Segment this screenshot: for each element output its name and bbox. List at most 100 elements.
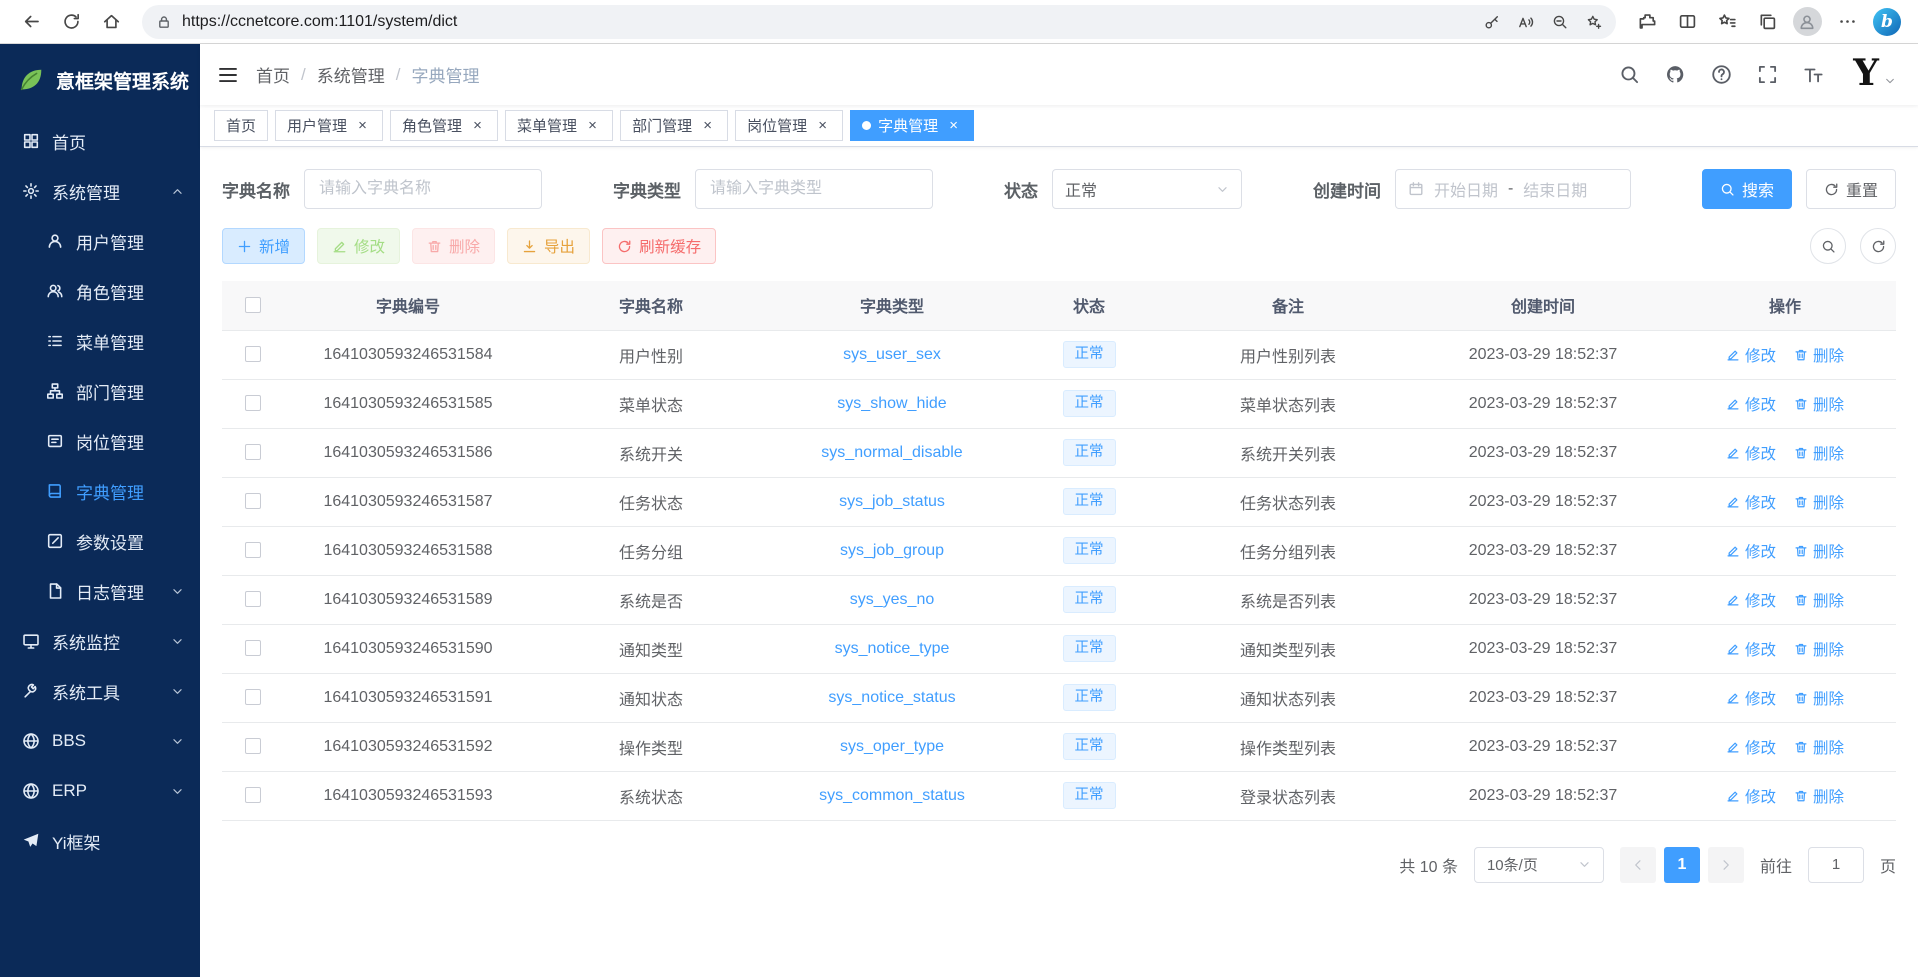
status-select[interactable]: 正常 xyxy=(1052,169,1242,209)
dict-type-link[interactable]: sys_normal_disable xyxy=(821,444,962,461)
address-bar[interactable]: https://ccnetcore.com:1101/system/dict xyxy=(142,5,1616,39)
row-edit-button[interactable]: 修改 xyxy=(1726,344,1776,366)
tab-post[interactable]: 岗位管理× xyxy=(735,110,843,141)
row-checkbox[interactable] xyxy=(245,444,261,460)
help-icon[interactable] xyxy=(1701,54,1741,96)
dict-type-link[interactable]: sys_notice_type xyxy=(835,640,950,657)
row-delete-button[interactable]: 删除 xyxy=(1794,393,1844,415)
sidebar-item-yiframe[interactable]: Yi框架 xyxy=(0,816,200,866)
zoom-out-icon[interactable] xyxy=(1544,7,1576,37)
app-logo[interactable]: 意框架管理系统 xyxy=(0,44,200,116)
row-delete-button[interactable]: 删除 xyxy=(1794,638,1844,660)
sidebar-item-tool[interactable]: 系统工具 xyxy=(0,666,200,716)
row-delete-button[interactable]: 删除 xyxy=(1794,344,1844,366)
row-delete-button[interactable]: 删除 xyxy=(1794,687,1844,709)
browser-home-button[interactable] xyxy=(92,4,130,40)
dict-type-link[interactable]: sys_job_group xyxy=(840,542,944,559)
page-size-select[interactable]: 10条/页 xyxy=(1474,847,1604,883)
favorites-icon[interactable] xyxy=(1708,4,1746,40)
user-avatar-menu[interactable]: Y xyxy=(1853,57,1896,92)
breadcrumb-item[interactable]: 系统管理 xyxy=(317,62,385,87)
select-all-checkbox[interactable] xyxy=(245,297,261,313)
sidebar-item-menu[interactable]: 菜单管理 xyxy=(0,316,200,366)
refresh-cache-button[interactable]: 刷新缓存 xyxy=(602,228,716,264)
row-checkbox[interactable] xyxy=(245,493,261,509)
row-checkbox[interactable] xyxy=(245,346,261,362)
row-checkbox[interactable] xyxy=(245,738,261,754)
row-delete-button[interactable]: 删除 xyxy=(1794,442,1844,464)
row-edit-button[interactable]: 修改 xyxy=(1726,442,1776,464)
close-tab-icon[interactable]: × xyxy=(945,117,962,134)
collections-icon[interactable] xyxy=(1748,4,1786,40)
sidebar-item-config[interactable]: 参数设置 xyxy=(0,516,200,566)
sidebar-item-dept[interactable]: 部门管理 xyxy=(0,366,200,416)
row-checkbox[interactable] xyxy=(245,395,261,411)
row-edit-button[interactable]: 修改 xyxy=(1726,785,1776,807)
page-1-button[interactable]: 1 xyxy=(1664,847,1700,883)
dict-type-link[interactable]: sys_show_hide xyxy=(837,395,946,412)
row-edit-button[interactable]: 修改 xyxy=(1726,736,1776,758)
dict-type-link[interactable]: sys_oper_type xyxy=(840,738,944,755)
github-icon[interactable] xyxy=(1655,54,1695,96)
browser-back-button[interactable] xyxy=(12,4,50,40)
row-checkbox[interactable] xyxy=(245,689,261,705)
sidebar-collapse-button[interactable] xyxy=(200,44,256,105)
fullscreen-icon[interactable] xyxy=(1747,54,1787,96)
row-edit-button[interactable]: 修改 xyxy=(1726,687,1776,709)
dict-type-link[interactable]: sys_yes_no xyxy=(850,591,935,608)
dict-name-input[interactable] xyxy=(304,169,542,209)
browser-essentials-icon[interactable] xyxy=(1628,4,1666,40)
tab-role[interactable]: 角色管理× xyxy=(390,110,498,141)
dict-type-input[interactable] xyxy=(695,169,933,209)
toggle-search-button[interactable] xyxy=(1810,228,1846,264)
split-screen-icon[interactable] xyxy=(1668,4,1706,40)
row-checkbox[interactable] xyxy=(245,542,261,558)
row-delete-button[interactable]: 删除 xyxy=(1794,785,1844,807)
font-size-icon[interactable] xyxy=(1793,54,1833,96)
row-edit-button[interactable]: 修改 xyxy=(1726,589,1776,611)
sidebar-item-home[interactable]: 首页 xyxy=(0,116,200,166)
breadcrumb-item[interactable]: 首页 xyxy=(256,62,290,87)
row-edit-button[interactable]: 修改 xyxy=(1726,393,1776,415)
row-delete-button[interactable]: 删除 xyxy=(1794,540,1844,562)
sidebar-item-dict[interactable]: 字典管理 xyxy=(0,466,200,516)
sidebar-item-post[interactable]: 岗位管理 xyxy=(0,416,200,466)
tab-dict[interactable]: 字典管理× xyxy=(850,110,974,141)
reset-button[interactable]: 重置 xyxy=(1806,169,1896,209)
search-button[interactable]: 搜索 xyxy=(1702,169,1792,209)
dict-type-link[interactable]: sys_user_sex xyxy=(843,346,941,363)
prev-page-button[interactable] xyxy=(1620,847,1656,883)
add-button[interactable]: 新增 xyxy=(222,228,305,264)
add-favorite-star-icon[interactable] xyxy=(1578,7,1610,37)
row-checkbox[interactable] xyxy=(245,787,261,803)
row-delete-button[interactable]: 删除 xyxy=(1794,589,1844,611)
refresh-table-button[interactable] xyxy=(1860,228,1896,264)
dict-type-link[interactable]: sys_job_status xyxy=(839,493,945,510)
close-tab-icon[interactable]: × xyxy=(699,117,716,134)
row-delete-button[interactable]: 删除 xyxy=(1794,491,1844,513)
tab-home[interactable]: 首页 xyxy=(214,110,268,141)
close-tab-icon[interactable]: × xyxy=(814,117,831,134)
row-checkbox[interactable] xyxy=(245,591,261,607)
export-button[interactable]: 导出 xyxy=(507,228,590,264)
close-tab-icon[interactable]: × xyxy=(469,117,486,134)
tab-user[interactable]: 用户管理× xyxy=(275,110,383,141)
header-search-icon[interactable] xyxy=(1609,54,1649,96)
sidebar-item-bbs[interactable]: BBS xyxy=(0,716,200,766)
close-tab-icon[interactable]: × xyxy=(354,117,371,134)
row-edit-button[interactable]: 修改 xyxy=(1726,638,1776,660)
row-delete-button[interactable]: 删除 xyxy=(1794,736,1844,758)
tab-menu[interactable]: 菜单管理× xyxy=(505,110,613,141)
profile-avatar[interactable] xyxy=(1788,4,1826,40)
sidebar-item-monitor[interactable]: 系统监控 xyxy=(0,616,200,666)
edit-button[interactable]: 修改 xyxy=(317,228,400,264)
row-checkbox[interactable] xyxy=(245,640,261,656)
sidebar-item-erp[interactable]: ERP xyxy=(0,766,200,816)
next-page-button[interactable] xyxy=(1708,847,1744,883)
read-aloud-icon[interactable] xyxy=(1510,7,1542,37)
date-range-picker[interactable]: 开始日期 - 结束日期 xyxy=(1395,169,1631,209)
dict-type-link[interactable]: sys_common_status xyxy=(819,787,965,804)
sidebar-item-log[interactable]: 日志管理 xyxy=(0,566,200,616)
bing-chat-button[interactable]: b xyxy=(1868,4,1906,40)
browser-menu-button[interactable] xyxy=(1828,4,1866,40)
